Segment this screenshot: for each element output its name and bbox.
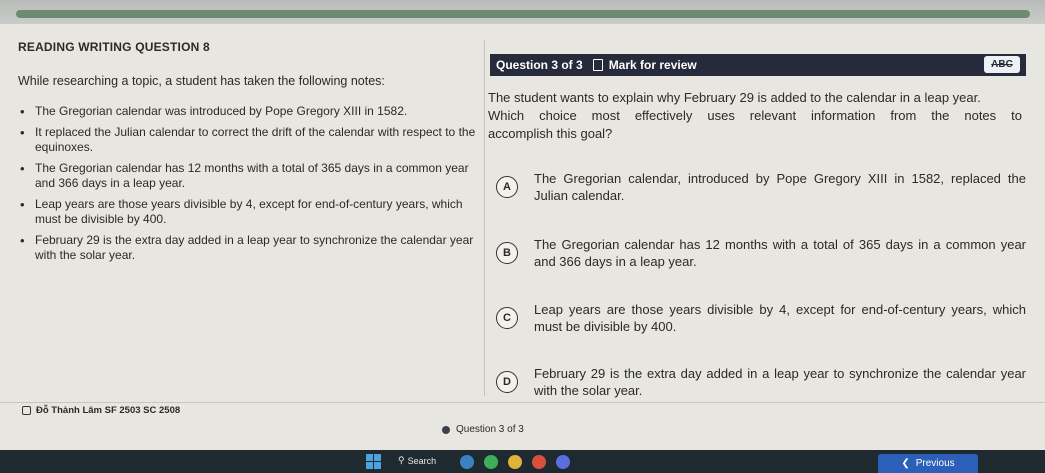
question-stem: The student wants to explain why Februar… [488, 89, 1022, 143]
progress-bar [16, 10, 1030, 18]
app-icon[interactable] [556, 455, 570, 469]
stem-line: accomplish this goal? [488, 126, 613, 141]
question-navigator[interactable]: Question 3 of 3 [442, 424, 524, 435]
choice-d[interactable]: D February 29 is the extra day added in … [496, 365, 1026, 399]
app-icon[interactable] [484, 455, 498, 469]
choice-b[interactable]: B The Gregorian calendar has 12 months w… [496, 236, 1026, 270]
chevron-left-icon: ❮ [901, 458, 910, 469]
choice-text[interactable]: The Gregorian calendar, introduced by Po… [534, 170, 1026, 204]
search-icon: ⚲ [398, 455, 405, 465]
question-counter: Question 3 of 3 [496, 58, 583, 72]
answer-eliminator-button[interactable]: ABC [984, 56, 1020, 73]
choice-letter[interactable]: C [496, 307, 518, 329]
taskbar-search[interactable]: ⚲ Search [398, 455, 436, 466]
choice-letter[interactable]: A [496, 176, 518, 198]
choice-c[interactable]: C Leap years are those years divisible b… [496, 301, 1026, 335]
choice-text[interactable]: Leap years are those years divisible by … [534, 301, 1026, 335]
user-icon [22, 406, 31, 415]
student-name: Đỗ Thành Lâm SF 2503 SC 2508 [36, 405, 181, 416]
app-icon[interactable] [460, 455, 474, 469]
notes-list: The Gregorian calendar was introduced by… [18, 104, 478, 269]
note-item: The Gregorian calendar was introduced by… [18, 104, 478, 119]
choice-a[interactable]: A The Gregorian calendar, introduced by … [496, 170, 1026, 204]
mark-for-review-button[interactable]: Mark for review [609, 58, 697, 72]
choice-letter[interactable]: B [496, 242, 518, 264]
question-header: Question 3 of 3 Mark for review ABC [490, 54, 1026, 76]
choice-text[interactable]: The Gregorian calendar has 12 months wit… [534, 236, 1026, 270]
app-icon[interactable] [532, 455, 546, 469]
windows-start-icon[interactable] [366, 454, 381, 469]
panel-divider[interactable] [484, 40, 485, 396]
question-nav-label[interactable]: Question 3 of 3 [456, 424, 524, 435]
top-bar [0, 0, 1045, 24]
note-item: Leap years are those years divisible by … [18, 197, 478, 227]
student-info: Đỗ Thành Lâm SF 2503 SC 2508 [22, 405, 180, 416]
dot-icon [442, 425, 450, 434]
previous-label[interactable]: Previous [916, 458, 955, 469]
passage-intro: While researching a topic, a student has… [18, 74, 385, 88]
note-item: It replaced the Julian calendar to corre… [18, 125, 478, 155]
footer-divider [0, 402, 1045, 403]
choice-letter[interactable]: D [496, 371, 518, 393]
stem-line: Which choice most effectively uses relev… [488, 108, 1022, 123]
note-item: February 29 is the extra day added in a … [18, 233, 478, 263]
taskbar-search-label[interactable]: Search [408, 456, 437, 466]
app-icon[interactable] [508, 455, 522, 469]
choice-text[interactable]: February 29 is the extra day added in a … [534, 365, 1026, 399]
note-item: The Gregorian calendar has 12 months wit… [18, 161, 478, 191]
previous-button[interactable]: ❮ Previous [878, 454, 978, 473]
stem-line: The student wants to explain why Februar… [488, 90, 981, 105]
section-title: READING WRITING QUESTION 8 [18, 40, 210, 54]
bookmark-icon[interactable] [592, 59, 603, 71]
